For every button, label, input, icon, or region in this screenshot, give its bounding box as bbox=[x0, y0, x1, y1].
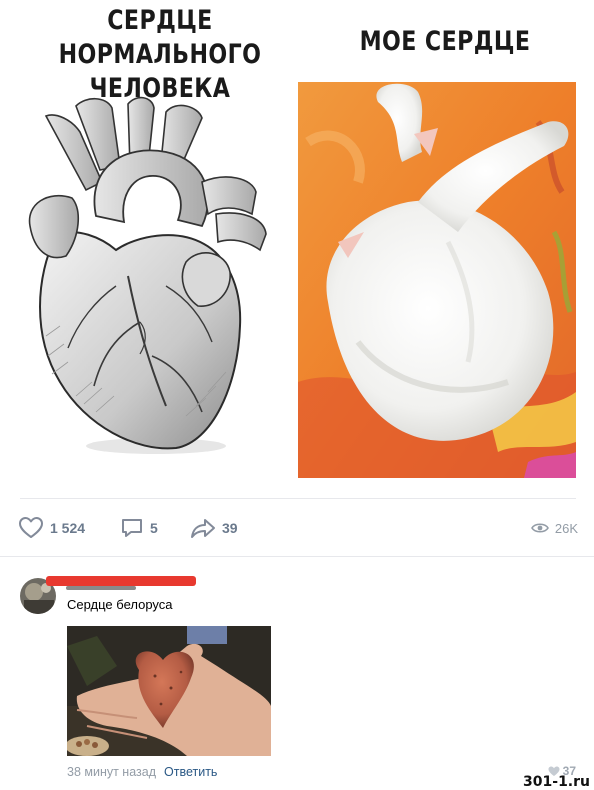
comment-icon bbox=[122, 519, 142, 537]
comments-separator bbox=[0, 556, 594, 557]
comment-meta: 38 минут назад Ответить bbox=[67, 765, 217, 779]
share-count: 39 bbox=[222, 520, 238, 536]
views-counter: 26K bbox=[530, 510, 578, 546]
author-name-hidden bbox=[66, 586, 136, 590]
share-button[interactable]: 39 bbox=[190, 510, 238, 546]
share-icon bbox=[191, 519, 215, 538]
watermark: 301-1.ru bbox=[523, 774, 590, 790]
comment-button[interactable]: 5 bbox=[120, 510, 158, 546]
white-cat-photo bbox=[298, 82, 576, 478]
eye-icon bbox=[530, 523, 549, 533]
like-button[interactable]: 1 524 bbox=[18, 510, 85, 546]
post-actions-bar: 1 524 5 39 26K bbox=[18, 510, 578, 546]
heart-potato-photo[interactable] bbox=[67, 626, 271, 756]
post-image[interactable]: СЕРДЦЕ НОРМАЛЬНОГО ЧЕЛОВЕКА МОЕ СЕРДЦЕ bbox=[0, 0, 594, 490]
comment-time[interactable]: 38 минут назад bbox=[67, 765, 156, 779]
redaction-bar bbox=[46, 576, 196, 586]
caption-right: МОЕ СЕРДЦЕ bbox=[359, 26, 531, 57]
post-divider bbox=[20, 498, 576, 499]
heart-icon bbox=[19, 517, 43, 538]
comment-count: 5 bbox=[150, 520, 158, 536]
like-count: 1 524 bbox=[50, 520, 86, 536]
reply-link[interactable]: Ответить bbox=[164, 765, 217, 779]
views-count: 26K bbox=[554, 520, 578, 536]
anatomical-heart-drawing bbox=[28, 96, 267, 454]
comment-text: Сердце белоруса bbox=[67, 597, 173, 612]
